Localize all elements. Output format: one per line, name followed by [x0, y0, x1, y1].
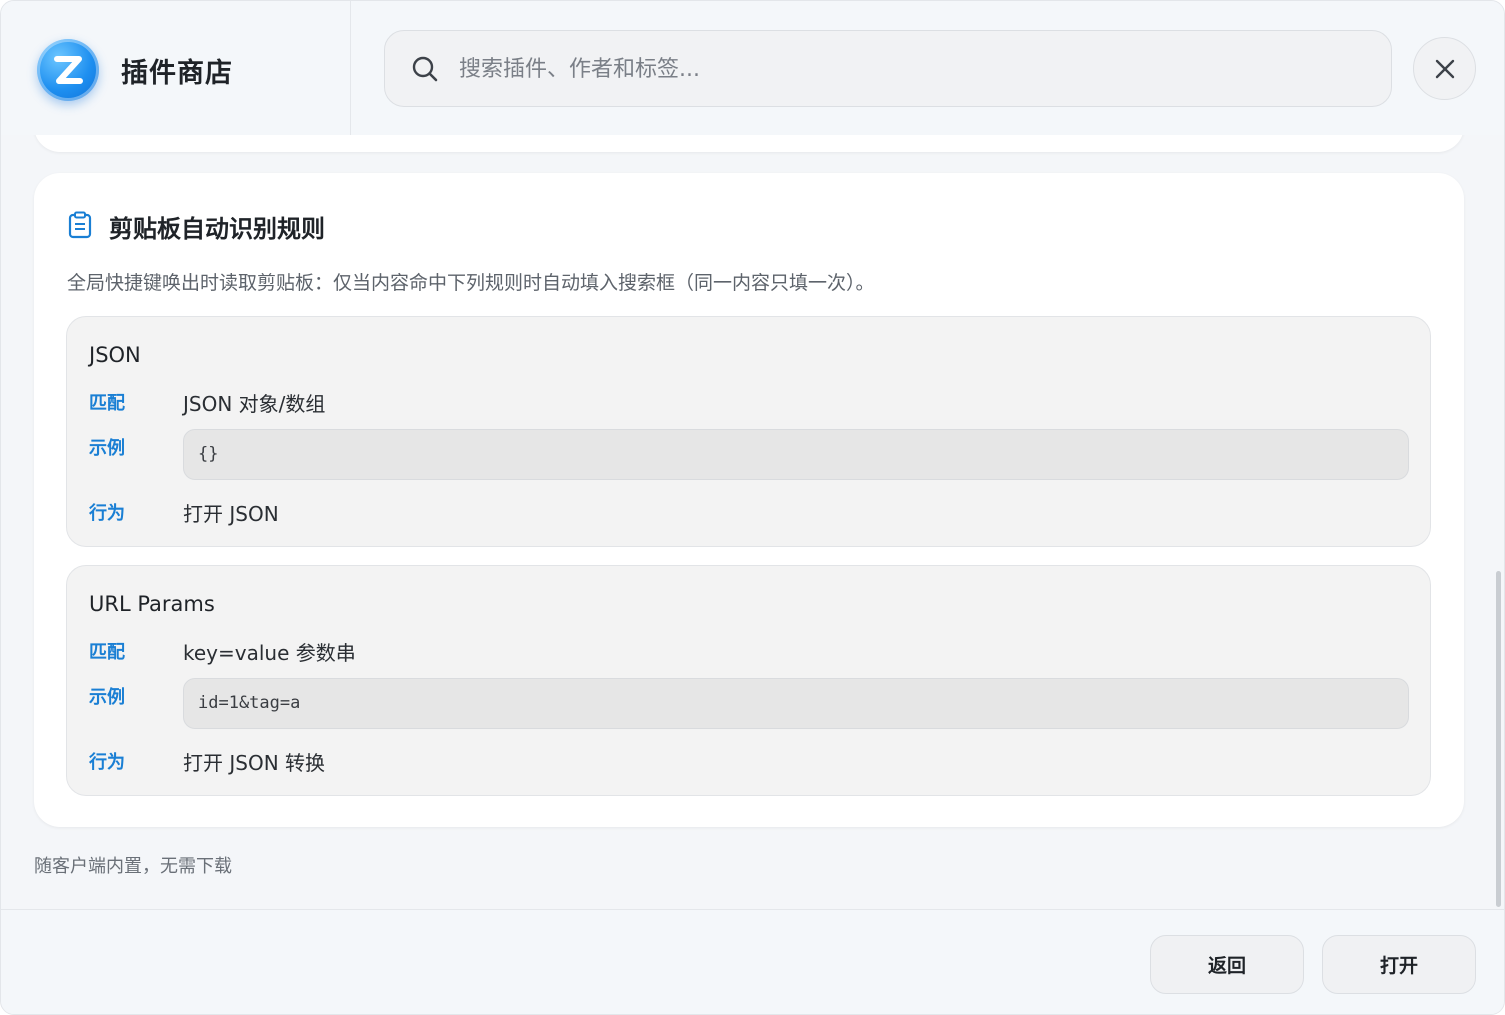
builtin-note: 随客户端内置，无需下载 — [34, 856, 232, 877]
search-input[interactable] — [459, 49, 1359, 89]
clipboard-rules-card: 剪贴板自动识别规则 全局快捷键唤出时读取剪贴板：仅当内容命中下列规则时自动填入搜… — [34, 173, 1464, 827]
rule-name: JSON — [89, 343, 141, 367]
close-button[interactable] — [1413, 37, 1476, 100]
header: 插件商店 — [1, 1, 1504, 135]
page-title: 插件商店 — [121, 58, 233, 89]
rules-title: 剪贴板自动识别规则 — [109, 215, 325, 243]
rule-name: URL Params — [89, 592, 215, 616]
action-value: 打开 JSON — [183, 502, 279, 526]
action-label: 行为 — [89, 503, 125, 524]
open-button[interactable]: 打开 — [1322, 935, 1476, 994]
footer: 返回 打开 — [1, 909, 1504, 1014]
scroll-content[interactable]: 剪贴板自动识别规则 全局快捷键唤出时读取剪贴板：仅当内容命中下列规则时自动填入搜… — [1, 1, 1504, 909]
scrollbar-thumb[interactable] — [1496, 571, 1501, 907]
action-value: 打开 JSON 转换 — [183, 751, 326, 775]
match-value: JSON 对象/数组 — [183, 392, 326, 416]
rule-card-url-params: URL Params 匹配 key=value 参数串 示例 id=1&tag=… — [66, 565, 1431, 796]
z-logo-icon — [37, 39, 99, 101]
example-box: {} — [183, 429, 1409, 480]
example-value: id=1&tag=a — [198, 693, 301, 713]
back-button[interactable]: 返回 — [1150, 935, 1304, 994]
match-label: 匹配 — [89, 393, 125, 414]
match-value: key=value 参数串 — [183, 641, 356, 665]
plugin-store-window: 剪贴板自动识别规则 全局快捷键唤出时读取剪贴板：仅当内容命中下列规则时自动填入搜… — [0, 0, 1505, 1015]
match-label: 匹配 — [89, 642, 125, 663]
brand: 插件商店 — [1, 1, 351, 135]
search-icon — [411, 55, 439, 87]
example-box: id=1&tag=a — [183, 678, 1409, 729]
rules-description: 全局快捷键唤出时读取剪贴板：仅当内容命中下列规则时自动填入搜索框（同一内容只填一… — [67, 272, 875, 294]
example-label: 示例 — [89, 438, 125, 459]
rule-card-json: JSON 匹配 JSON 对象/数组 示例 {} 行为 打开 JSON — [66, 316, 1431, 547]
example-value: {} — [198, 444, 219, 464]
action-label: 行为 — [89, 752, 125, 773]
example-label: 示例 — [89, 687, 125, 708]
clipboard-icon — [68, 211, 92, 243]
search-bar[interactable] — [384, 30, 1392, 107]
